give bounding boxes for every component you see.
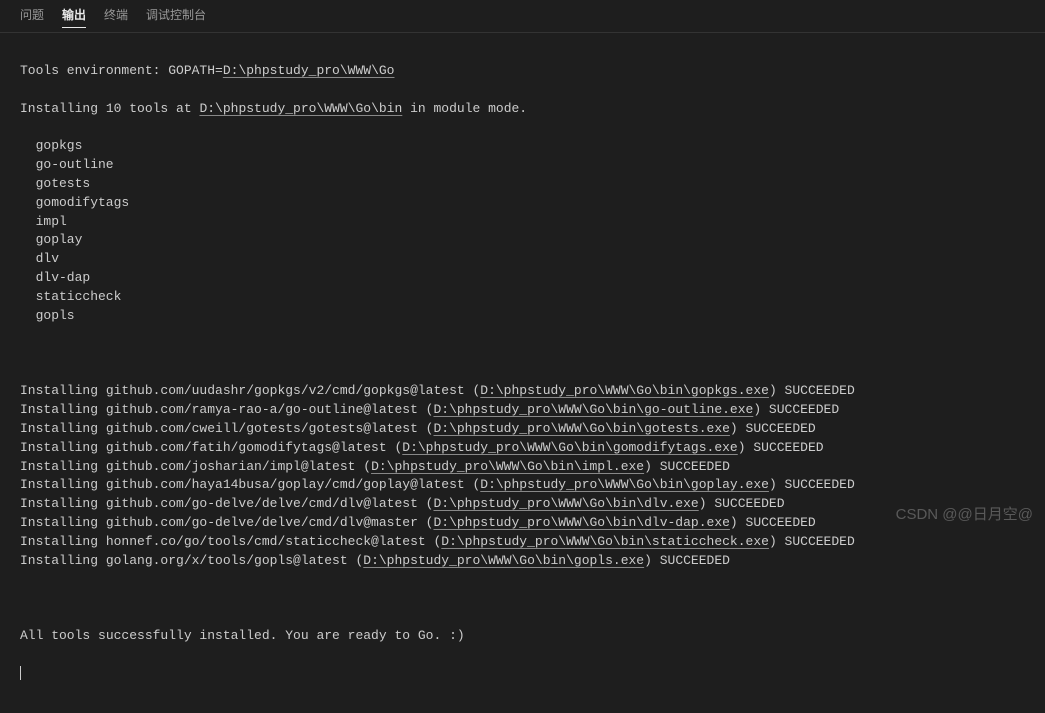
- install-exe-path: D:\phpstudy_pro\WWW\Go\bin\gopkgs.exe: [480, 383, 769, 398]
- install-exe-path: D:\phpstudy_pro\WWW\Go\bin\gomodifytags.…: [402, 440, 737, 455]
- install-path: D:\phpstudy_pro\WWW\Go\bin: [199, 101, 402, 116]
- tool-item: gotests: [20, 175, 1025, 194]
- tool-item: goplay: [20, 231, 1025, 250]
- tool-item: gopls: [20, 307, 1025, 326]
- install-exe-path: D:\phpstudy_pro\WWW\Go\bin\go-outline.ex…: [433, 402, 753, 417]
- install-line: Installing github.com/josharian/impl@lat…: [20, 458, 1025, 477]
- tab-problems[interactable]: 问题: [20, 6, 44, 28]
- install-prefix: Installing 10 tools at: [20, 101, 199, 116]
- watermark: CSDN @@日月空@: [896, 503, 1033, 524]
- env-path: D:\phpstudy_pro\WWW\Go: [223, 63, 395, 78]
- install-line: Installing github.com/haya14busa/goplay/…: [20, 476, 1025, 495]
- cursor-icon: [20, 666, 21, 680]
- install-exe-path: D:\phpstudy_pro\WWW\Go\bin\dlv-dap.exe: [433, 515, 729, 530]
- install-line: Installing github.com/uudashr/gopkgs/v2/…: [20, 382, 1025, 401]
- install-exe-path: D:\phpstudy_pro\WWW\Go\bin\goplay.exe: [480, 477, 769, 492]
- install-line: Installing github.com/go-delve/delve/cmd…: [20, 514, 1025, 533]
- install-suffix: in module mode.: [402, 101, 527, 116]
- tool-item: gomodifytags: [20, 194, 1025, 213]
- tool-item: impl: [20, 213, 1025, 232]
- install-exe-path: D:\phpstudy_pro\WWW\Go\bin\gopls.exe: [363, 553, 644, 568]
- tab-debug[interactable]: 调试控制台: [146, 6, 206, 28]
- panel-tabs: 问题 输出 终端 调试控制台: [0, 0, 1045, 33]
- tool-item: go-outline: [20, 156, 1025, 175]
- blank-line: [20, 589, 1025, 608]
- install-exe-path: D:\phpstudy_pro\WWW\Go\bin\dlv.exe: [433, 496, 698, 511]
- install-line: Installing github.com/go-delve/delve/cmd…: [20, 495, 1025, 514]
- install-line: Installing github.com/fatih/gomodifytags…: [20, 439, 1025, 458]
- tool-list: gopkgsgo-outlinegotestsgomodifytagsimplg…: [20, 137, 1025, 325]
- env-line: Tools environment: GOPATH=D:\phpstudy_pr…: [20, 62, 1025, 81]
- tool-item: dlv-dap: [20, 269, 1025, 288]
- blank-line: [20, 345, 1025, 364]
- install-line: Installing github.com/cweill/gotests/got…: [20, 420, 1025, 439]
- install-exe-path: D:\phpstudy_pro\WWW\Go\bin\staticcheck.e…: [441, 534, 769, 549]
- install-exe-path: D:\phpstudy_pro\WWW\Go\bin\impl.exe: [371, 459, 644, 474]
- install-line: Installing github.com/ramya-rao-a/go-out…: [20, 401, 1025, 420]
- tool-item: dlv: [20, 250, 1025, 269]
- tab-terminal[interactable]: 终端: [104, 6, 128, 28]
- tool-item: staticcheck: [20, 288, 1025, 307]
- footer-line: All tools successfully installed. You ar…: [20, 627, 1025, 646]
- env-prefix: Tools environment: GOPATH=: [20, 63, 223, 78]
- install-line: Installing golang.org/x/tools/gopls@late…: [20, 552, 1025, 571]
- tab-output[interactable]: 输出: [62, 6, 86, 28]
- install-list: Installing github.com/uudashr/gopkgs/v2/…: [20, 382, 1025, 570]
- tool-item: gopkgs: [20, 137, 1025, 156]
- install-header: Installing 10 tools at D:\phpstudy_pro\W…: [20, 100, 1025, 119]
- install-line: Installing honnef.co/go/tools/cmd/static…: [20, 533, 1025, 552]
- install-exe-path: D:\phpstudy_pro\WWW\Go\bin\gotests.exe: [433, 421, 729, 436]
- cursor-line: [20, 665, 1025, 684]
- output-panel: Tools environment: GOPATH=D:\phpstudy_pr…: [0, 33, 1045, 713]
